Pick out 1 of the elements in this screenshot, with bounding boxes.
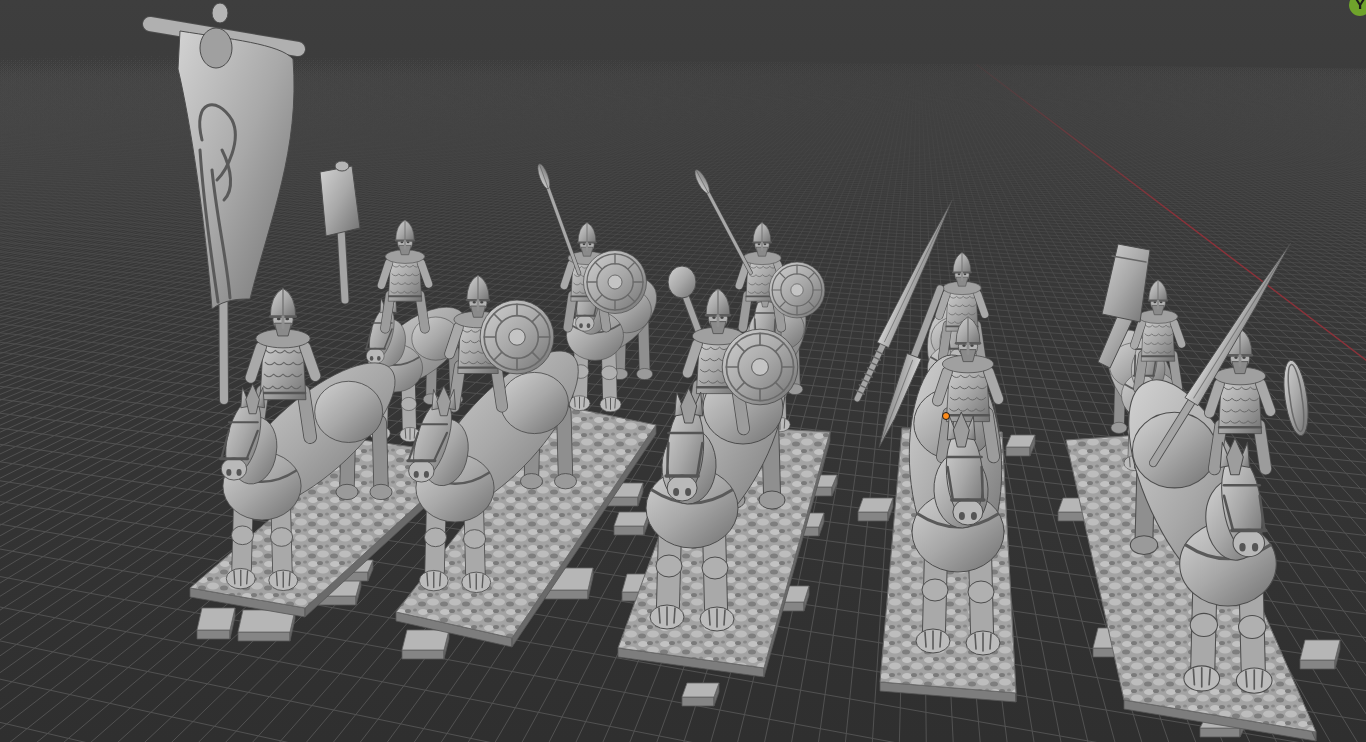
- gizmo-axis-button[interactable]: Y: [1349, 0, 1366, 16]
